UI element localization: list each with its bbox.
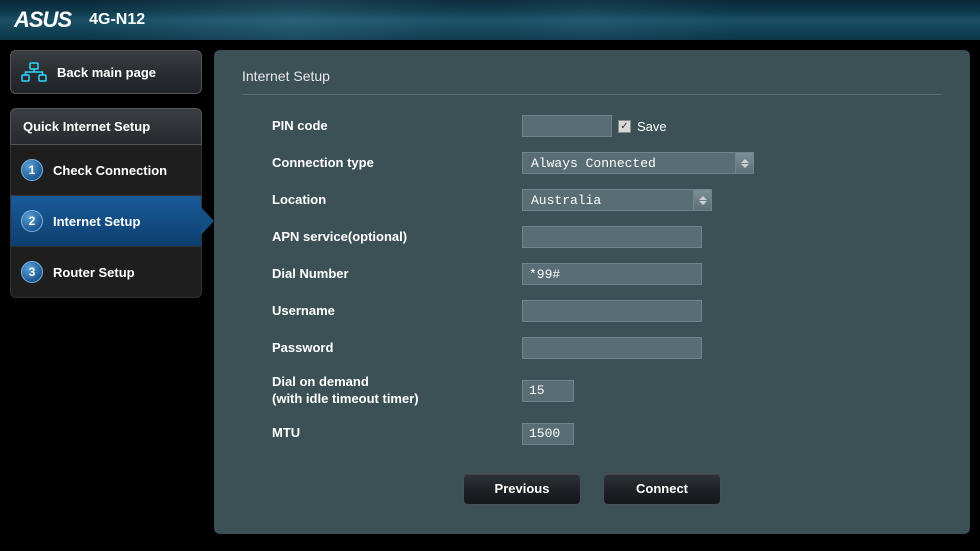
row-mtu: MTU xyxy=(272,423,942,445)
label-dial-on-demand: Dial on demand (with idle timeout timer) xyxy=(272,374,522,408)
brand-logo: ASUS xyxy=(14,7,71,33)
previous-button[interactable]: Previous xyxy=(463,473,581,505)
location-value: Australia xyxy=(531,193,601,208)
label-location: Location xyxy=(272,192,522,209)
updown-caret-icon xyxy=(735,153,753,173)
label-mtu: MTU xyxy=(272,425,522,442)
label-username: Username xyxy=(272,303,522,320)
row-pin-code: PIN code ✓ Save xyxy=(272,115,942,137)
label-pin-code: PIN code xyxy=(272,118,522,135)
sitemap-icon xyxy=(21,61,47,83)
panel-title: Internet Setup xyxy=(242,68,942,95)
label-password: Password xyxy=(272,340,522,357)
apn-input[interactable] xyxy=(522,226,702,248)
back-main-page-button[interactable]: Back main page xyxy=(10,50,202,94)
connection-type-value: Always Connected xyxy=(531,156,656,171)
dial-on-demand-input[interactable] xyxy=(522,380,574,402)
username-input[interactable] xyxy=(522,300,702,322)
step-label: Check Connection xyxy=(53,163,167,178)
step-internet-setup[interactable]: 2 Internet Setup xyxy=(10,196,202,247)
connection-type-select[interactable]: Always Connected xyxy=(522,152,754,174)
sidebar: Back main page Quick Internet Setup 1 Ch… xyxy=(10,50,202,534)
label-dial-number: Dial Number xyxy=(272,266,522,283)
updown-caret-icon xyxy=(693,190,711,210)
row-location: Location Australia xyxy=(272,189,942,211)
step-number-icon: 3 xyxy=(21,261,43,283)
password-input[interactable] xyxy=(522,337,702,359)
save-label: Save xyxy=(637,119,667,134)
step-router-setup[interactable]: 3 Router Setup xyxy=(10,247,202,298)
connect-button[interactable]: Connect xyxy=(603,473,721,505)
wizard-title: Quick Internet Setup xyxy=(10,108,202,145)
save-checkbox[interactable]: ✓ xyxy=(618,120,631,133)
model-name: 4G-N12 xyxy=(89,11,145,29)
label-apn: APN service(optional) xyxy=(272,229,522,246)
step-number-icon: 1 xyxy=(21,159,43,181)
row-connection-type: Connection type Always Connected xyxy=(272,152,942,174)
step-label: Router Setup xyxy=(53,265,135,280)
row-username: Username xyxy=(272,300,942,322)
step-check-connection[interactable]: 1 Check Connection xyxy=(10,145,202,196)
row-password: Password xyxy=(272,337,942,359)
label-connection-type: Connection type xyxy=(272,155,522,172)
step-label: Internet Setup xyxy=(53,214,140,229)
row-dial-number: Dial Number xyxy=(272,263,942,285)
dial-number-input[interactable] xyxy=(522,263,702,285)
back-button-label: Back main page xyxy=(57,65,156,80)
location-select[interactable]: Australia xyxy=(522,189,712,211)
row-dial-on-demand: Dial on demand (with idle timeout timer) xyxy=(272,374,942,408)
main-panel: Internet Setup PIN code ✓ Save Connectio… xyxy=(214,50,970,534)
pin-code-input[interactable] xyxy=(522,115,612,137)
mtu-input[interactable] xyxy=(522,423,574,445)
step-number-icon: 2 xyxy=(21,210,43,232)
header: ASUS 4G-N12 xyxy=(0,0,980,40)
row-apn: APN service(optional) xyxy=(272,226,942,248)
